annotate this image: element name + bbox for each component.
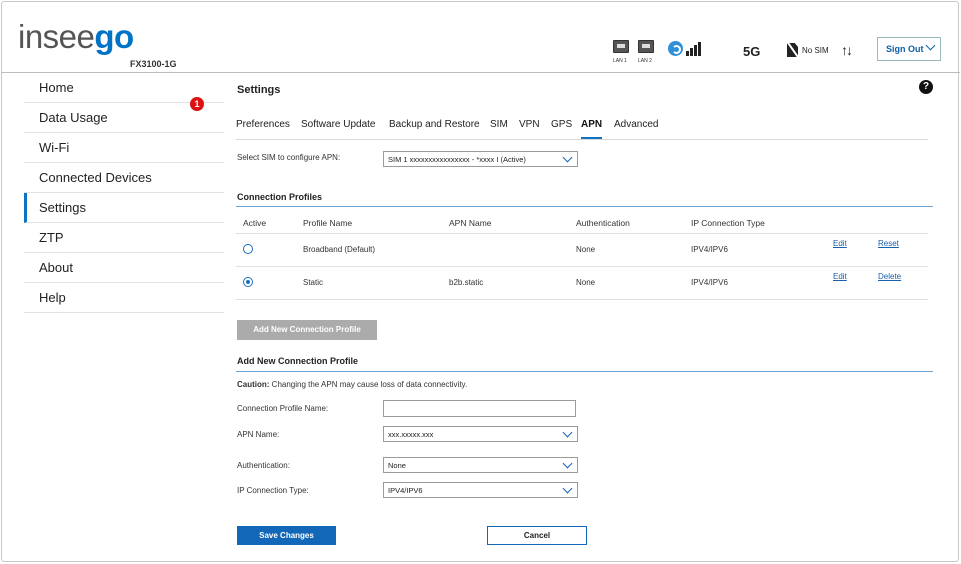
tab-apn[interactable]: APN xyxy=(581,119,603,139)
section-divider xyxy=(236,371,933,372)
chevron-down-icon xyxy=(925,40,936,51)
reset-link[interactable]: Reset xyxy=(878,239,899,248)
lan2-label: LAN 2 xyxy=(638,58,652,64)
tab-backup-restore[interactable]: Backup and Restore xyxy=(389,119,480,130)
table-cell-auth: None xyxy=(576,245,596,254)
ip-type-label: IP Connection Type: xyxy=(237,486,309,495)
sidebar-item-help[interactable]: Help xyxy=(24,283,224,313)
inseego-logo: inseego xyxy=(18,18,134,55)
chevron-down-icon xyxy=(562,427,573,438)
caution-note: Caution: Changing the APN may cause loss… xyxy=(237,380,468,389)
chevron-down-icon xyxy=(562,458,573,469)
table-cell-profile: Broadband (Default) xyxy=(303,245,376,254)
tab-software-update[interactable]: Software Update xyxy=(301,119,376,130)
table-header-divider xyxy=(236,233,928,234)
apn-name-select[interactable]: xxx.xxxxx.xxx xyxy=(383,426,578,442)
add-profile-button[interactable]: Add New Connection Profile xyxy=(237,320,377,340)
help-icon[interactable]: ? xyxy=(919,80,933,94)
sidebar-item-ztp[interactable]: ZTP xyxy=(24,223,224,253)
sim-status: No SIM xyxy=(802,46,829,55)
col-active: Active xyxy=(243,218,267,228)
table-cell-ip: IPV4/IPV6 xyxy=(691,278,728,287)
sidebar-item-about[interactable]: About xyxy=(24,253,224,283)
sim-select[interactable]: SIM 1 xxxxxxxxxxxxxxxx - *xxxx I (Active… xyxy=(383,151,578,167)
sidebar-item-settings[interactable]: Settings xyxy=(24,193,224,223)
tab-advanced[interactable]: Advanced xyxy=(614,119,658,130)
signal-bars-icon xyxy=(686,42,704,56)
lan1-icon xyxy=(613,40,629,53)
tab-sim[interactable]: SIM xyxy=(490,119,508,130)
tab-vpn[interactable]: VPN xyxy=(519,119,540,130)
ip-type-select[interactable]: IPV4/IPV6 xyxy=(383,482,578,498)
lan2-icon xyxy=(638,40,654,53)
table-row-divider xyxy=(236,266,928,267)
sign-out-button[interactable]: Sign Out xyxy=(877,37,941,61)
table-cell-apn: b2b.static xyxy=(449,278,484,287)
table-cell-ip: IPV4/IPV6 xyxy=(691,245,728,254)
sidebar-item-wifi[interactable]: Wi-Fi xyxy=(24,133,224,163)
network-type: 5G xyxy=(743,44,761,59)
col-profile-name: Profile Name xyxy=(303,218,353,228)
save-changes-button[interactable]: Save Changes xyxy=(237,526,336,545)
no-sim-icon xyxy=(787,43,798,57)
table-cell-profile: Static xyxy=(303,278,324,287)
cancel-button[interactable]: Cancel xyxy=(487,526,587,545)
edit-link[interactable]: Edit xyxy=(833,239,847,248)
delete-link[interactable]: Delete xyxy=(878,272,901,281)
profile-active-radio[interactable] xyxy=(243,244,253,254)
table-cell-auth: None xyxy=(576,278,596,287)
page-title: Settings xyxy=(237,84,281,96)
lan1-label: LAN 1 xyxy=(613,58,627,64)
section-divider xyxy=(236,206,933,207)
chevron-down-icon xyxy=(562,483,573,494)
sim-select-label: Select SIM to configure APN: xyxy=(237,153,341,162)
chevron-down-icon xyxy=(562,152,573,163)
profile-name-label: Connection Profile Name: xyxy=(237,404,329,413)
data-transfer-icon: ↑↓ xyxy=(841,42,853,58)
col-apn-name: APN Name xyxy=(449,218,492,228)
add-profile-title: Add New Connection Profile xyxy=(237,356,359,366)
profile-active-radio[interactable] xyxy=(243,277,253,287)
tabs-divider xyxy=(236,139,928,140)
table-row-divider xyxy=(236,299,928,300)
authentication-select[interactable]: None xyxy=(383,457,578,473)
authentication-label: Authentication: xyxy=(237,461,290,470)
wifi-status-icon xyxy=(668,41,683,56)
sidebar-item-connected-devices[interactable]: Connected Devices xyxy=(24,163,224,193)
tab-preferences[interactable]: Preferences xyxy=(236,119,290,130)
model-label: FX3100-1G xyxy=(130,59,177,69)
col-authentication: Authentication xyxy=(576,218,630,228)
col-ip-type: IP Connection Type xyxy=(691,218,765,228)
tab-gps[interactable]: GPS xyxy=(551,119,572,130)
connection-profiles-title: Connection Profiles xyxy=(237,192,323,202)
profile-name-field[interactable] xyxy=(383,400,576,417)
edit-link[interactable]: Edit xyxy=(833,272,847,281)
connected-devices-badge: 1 xyxy=(190,97,204,111)
apn-name-label: APN Name: xyxy=(237,430,280,439)
